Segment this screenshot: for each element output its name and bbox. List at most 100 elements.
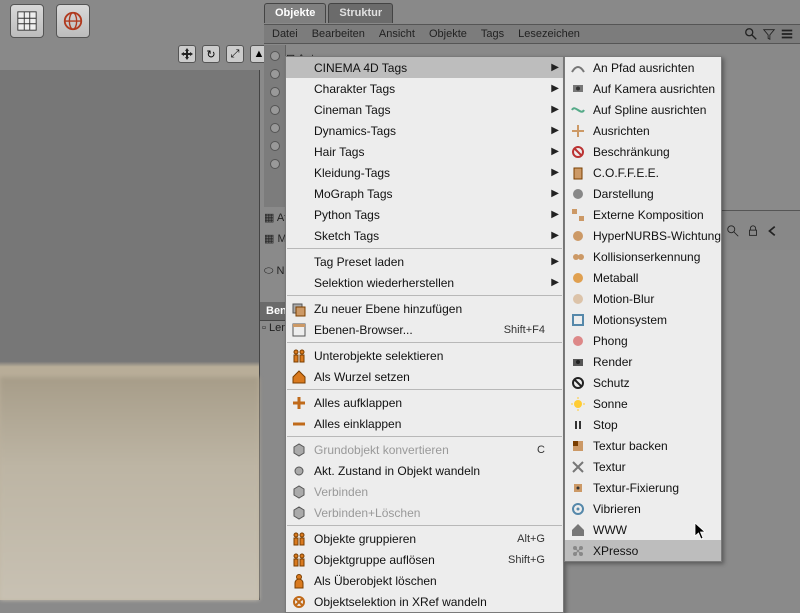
ctx-sub-label: HyperNURBS-Wichtung bbox=[593, 229, 721, 243]
tool-table[interactable] bbox=[10, 4, 44, 38]
ctx-item[interactable]: Alles aufklappen bbox=[286, 392, 563, 413]
left-arrow-icon[interactable] bbox=[766, 224, 780, 238]
scale-icon[interactable]: ⤢ bbox=[226, 45, 244, 63]
ctx-item[interactable]: CINEMA 4D Tags▶ bbox=[286, 57, 563, 78]
ctx-sub-item[interactable]: Sonne bbox=[565, 393, 721, 414]
ctx-item[interactable]: Selektion wiederherstellen▶ bbox=[286, 272, 563, 293]
search-icon[interactable] bbox=[726, 224, 740, 238]
gutter-item[interactable] bbox=[270, 123, 280, 133]
ctx-sub-item[interactable]: Darstellung bbox=[565, 183, 721, 204]
menu-edit[interactable]: Bearbeiten bbox=[312, 28, 365, 40]
tab-objects[interactable]: Objekte bbox=[264, 3, 326, 23]
ctx-shortcut: C bbox=[537, 444, 545, 456]
ctx-item-icon bbox=[290, 59, 308, 77]
ctx-item[interactable]: Als Überobjekt löschen bbox=[286, 570, 563, 591]
ctx-item-label: Grundobjekt konvertieren bbox=[314, 443, 513, 457]
ctx-item[interactable]: Charakter Tags▶ bbox=[286, 78, 563, 99]
ctx-sub-item[interactable]: Externe Komposition bbox=[565, 204, 721, 225]
ctx-sub-item[interactable]: C.O.F.F.E.E. bbox=[565, 162, 721, 183]
ctx-sub-label: Beschränkung bbox=[593, 145, 703, 159]
viewport-3d[interactable] bbox=[0, 70, 260, 600]
ctx-sub-item[interactable]: An Pfad ausrichten bbox=[565, 57, 721, 78]
ctx-item-label: Alles aufklappen bbox=[314, 396, 545, 410]
ctx-item-icon bbox=[290, 227, 308, 245]
ctx-item[interactable]: Objektselektion in XRef wandeln bbox=[286, 591, 563, 612]
ctx-item[interactable]: Als Wurzel setzen bbox=[286, 366, 563, 387]
ctx-sub-item[interactable]: Textur bbox=[565, 456, 721, 477]
ctx-sub-icon bbox=[569, 500, 587, 518]
ctx-sub-icon bbox=[569, 101, 587, 119]
ctx-sub-icon bbox=[569, 185, 587, 203]
ctx-item[interactable]: Ebenen-Browser...Shift+F4 bbox=[286, 319, 563, 340]
ctx-separator bbox=[287, 248, 562, 249]
ctx-sub-icon bbox=[569, 437, 587, 455]
filter-icon[interactable] bbox=[762, 27, 776, 41]
ctx-item[interactable]: Objekte gruppierenAlt+G bbox=[286, 528, 563, 549]
ctx-sub-item[interactable]: Auf Spline ausrichten bbox=[565, 99, 721, 120]
ctx-item[interactable]: Akt. Zustand in Objekt wandeln bbox=[286, 460, 563, 481]
ctx-item-label: Objekte gruppieren bbox=[314, 532, 493, 546]
ctx-sub-item[interactable]: Metaball bbox=[565, 267, 721, 288]
ctx-sub-item[interactable]: Kollisionserkennung bbox=[565, 246, 721, 267]
menu-tags[interactable]: Tags bbox=[481, 28, 504, 40]
ctx-item[interactable]: Unterobjekte selektieren bbox=[286, 345, 563, 366]
ctx-sub-item[interactable]: Motion-Blur bbox=[565, 288, 721, 309]
gutter-item[interactable] bbox=[270, 69, 280, 79]
ctx-sub-label: WWW bbox=[593, 523, 703, 537]
menu-file[interactable]: Datei bbox=[272, 28, 298, 40]
gutter-item[interactable] bbox=[270, 51, 280, 61]
ctx-item[interactable]: Zu neuer Ebene hinzufügen bbox=[286, 298, 563, 319]
ctx-item-icon bbox=[290, 80, 308, 98]
menu-icon[interactable] bbox=[780, 27, 794, 41]
search-icon[interactable] bbox=[744, 27, 758, 41]
menu-objects[interactable]: Objekte bbox=[429, 28, 467, 40]
ctx-item-icon bbox=[290, 551, 308, 569]
ctx-sub-item[interactable]: Auf Kamera ausrichten bbox=[565, 78, 721, 99]
ctx-sub-icon bbox=[569, 122, 587, 140]
gutter-item[interactable] bbox=[270, 141, 280, 151]
ctx-sub-label: Textur bbox=[593, 460, 703, 474]
ctx-item[interactable]: Python Tags▶ bbox=[286, 204, 563, 225]
ctx-sub-label: Metaball bbox=[593, 271, 703, 285]
object-panel-menubar: Datei Bearbeiten Ansicht Objekte Tags Le… bbox=[264, 24, 800, 44]
ctx-item[interactable]: Sketch Tags▶ bbox=[286, 225, 563, 246]
ctx-sub-label: Render bbox=[593, 355, 703, 369]
ctx-sub-item[interactable]: Schutz bbox=[565, 372, 721, 393]
ctx-sub-item[interactable]: HyperNURBS-Wichtung bbox=[565, 225, 721, 246]
menu-bookmarks[interactable]: Lesezeichen bbox=[518, 28, 580, 40]
tool-globe[interactable] bbox=[56, 4, 90, 38]
ctx-item[interactable]: Alles einklappen bbox=[286, 413, 563, 434]
ctx-sub-item[interactable]: Vibrieren bbox=[565, 498, 721, 519]
lock-icon[interactable] bbox=[746, 224, 760, 238]
ctx-item-label: Als Wurzel setzen bbox=[314, 370, 545, 384]
ctx-sub-icon bbox=[569, 374, 587, 392]
gutter-item[interactable] bbox=[270, 87, 280, 97]
ctx-item-icon bbox=[290, 122, 308, 140]
ctx-item: Grundobjekt konvertieren C bbox=[286, 439, 563, 460]
ctx-sub-item[interactable]: Motionsystem bbox=[565, 309, 721, 330]
ctx-sub-item[interactable]: Phong bbox=[565, 330, 721, 351]
ctx-item[interactable]: Objektgruppe auflösenShift+G bbox=[286, 549, 563, 570]
tab-structure[interactable]: Struktur bbox=[328, 3, 393, 23]
ctx-item[interactable]: MoGraph Tags▶ bbox=[286, 183, 563, 204]
move-icon[interactable] bbox=[178, 45, 196, 63]
ctx-item[interactable]: Hair Tags▶ bbox=[286, 141, 563, 162]
ctx-item[interactable]: Cineman Tags▶ bbox=[286, 99, 563, 120]
ctx-sub-item[interactable]: XPresso bbox=[565, 540, 721, 561]
ctx-sub-item[interactable]: Stop bbox=[565, 414, 721, 435]
context-menu-main: CINEMA 4D Tags▶Charakter Tags▶Cineman Ta… bbox=[285, 56, 564, 613]
ctx-sub-item[interactable]: Beschränkung bbox=[565, 141, 721, 162]
ctx-sub-item[interactable]: Textur backen bbox=[565, 435, 721, 456]
ctx-item[interactable]: Dynamics-Tags▶ bbox=[286, 120, 563, 141]
ctx-item-icon bbox=[290, 441, 308, 459]
ctx-item-label: Cineman Tags bbox=[314, 103, 545, 117]
menu-view[interactable]: Ansicht bbox=[379, 28, 415, 40]
gutter-item[interactable] bbox=[270, 159, 280, 169]
gutter-item[interactable] bbox=[270, 105, 280, 115]
ctx-sub-item[interactable]: Ausrichten bbox=[565, 120, 721, 141]
ctx-sub-item[interactable]: Textur-Fixierung bbox=[565, 477, 721, 498]
ctx-item[interactable]: Tag Preset laden▶ bbox=[286, 251, 563, 272]
rotate-icon[interactable]: ↻ bbox=[202, 45, 220, 63]
ctx-item[interactable]: Kleidung-Tags▶ bbox=[286, 162, 563, 183]
ctx-sub-item[interactable]: Render bbox=[565, 351, 721, 372]
